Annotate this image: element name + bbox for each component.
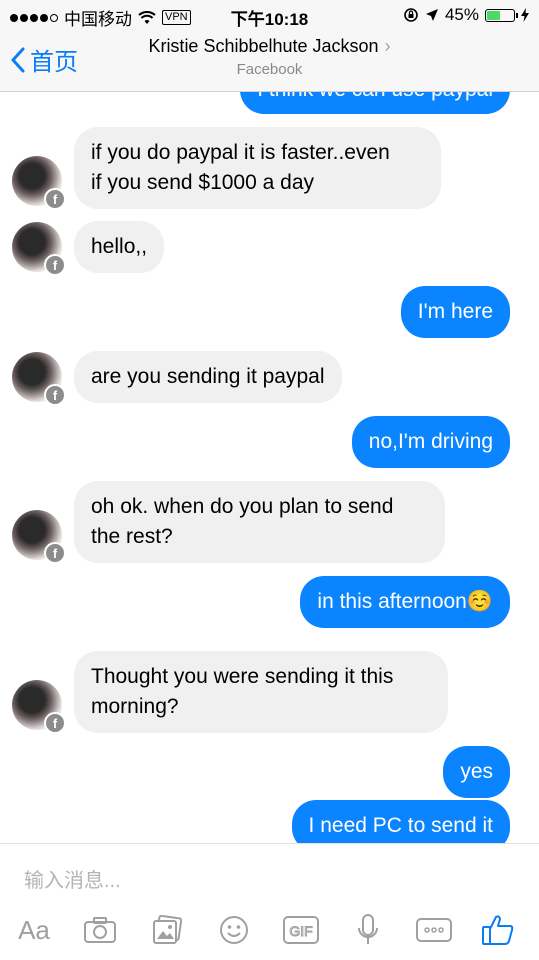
rotation-lock-icon (404, 8, 418, 22)
like-icon[interactable] (478, 912, 518, 948)
message-text: I think we can use paypal (257, 92, 493, 101)
contact-avatar[interactable]: f (12, 510, 66, 564)
composer-toolbar: Aa GIF (0, 904, 539, 954)
message-text: in this afternoon☺️ (317, 590, 493, 613)
facebook-badge-icon: f (44, 712, 66, 734)
message-composer: 输入消息... Aa GIF (0, 843, 539, 960)
message-text-line: oh ok. when do you plan to send (91, 495, 394, 518)
contact-avatar[interactable]: f (12, 222, 66, 276)
message-text-line: if you send $1000 a day (91, 171, 315, 194)
battery-level-fill (487, 10, 500, 20)
emoji-icon[interactable] (214, 912, 254, 948)
message-incoming[interactable]: Thought you were sending it this morning… (74, 651, 448, 733)
photo-icon[interactable] (147, 912, 187, 948)
message-text-line: morning? (91, 695, 179, 718)
message-text: yes (460, 760, 493, 783)
facebook-badge-icon: f (44, 254, 66, 276)
message-list[interactable]: I think we can use paypal f if you do pa… (0, 92, 539, 843)
contact-source: Facebook (236, 61, 303, 78)
contact-avatar[interactable]: f (12, 156, 66, 210)
status-bar: 中国移动 VPN 下午10:18 45% (0, 0, 539, 30)
message-incoming[interactable]: if you do paypal it is faster..even if y… (74, 127, 441, 209)
message-input[interactable]: 输入消息... (24, 864, 121, 893)
microphone-icon[interactable] (348, 912, 388, 948)
message-text: hello,, (91, 235, 148, 258)
message-outgoing[interactable]: I think we can use paypal (240, 92, 510, 114)
facebook-badge-icon: f (44, 384, 66, 406)
message-outgoing[interactable]: no,I'm driving (351, 416, 510, 468)
message-incoming[interactable]: oh ok. when do you plan to send the rest… (74, 481, 445, 563)
message-outgoing[interactable]: yes (443, 746, 510, 798)
message-text-line: the rest? (91, 525, 173, 548)
message-text: no,I'm driving (368, 430, 493, 453)
contact-name: Kristie Schibbelhute Jackson (148, 36, 379, 56)
camera-icon[interactable] (80, 912, 120, 948)
status-bar-right: 45% (403, 5, 529, 25)
facebook-badge-icon: f (44, 542, 66, 564)
message-outgoing[interactable]: I need PC to send it (291, 800, 510, 843)
contact-name-button[interactable]: Kristie Schibbelhute Jackson › (0, 36, 539, 57)
text-format-icon[interactable]: Aa (14, 912, 54, 948)
chevron-right-icon: › (384, 36, 391, 56)
message-incoming[interactable]: are you sending it paypal (74, 351, 342, 403)
contact-avatar[interactable]: f (12, 680, 66, 734)
more-icon[interactable] (414, 912, 454, 948)
message-outgoing[interactable]: in this afternoon☺️ (300, 576, 510, 628)
facebook-badge-icon: f (44, 188, 66, 210)
message-text: I need PC to send it (308, 814, 493, 837)
message-text: are you sending it paypal (91, 365, 325, 388)
location-arrow-icon (425, 9, 438, 21)
message-incoming[interactable]: hello,, (74, 221, 165, 273)
conversation-header: 首页 Kristie Schibbelhute Jackson › Faceboo… (0, 30, 539, 92)
contact-avatar[interactable]: f (12, 352, 66, 406)
battery-icon (485, 8, 518, 22)
message-text-line: Thought you were sending it this (91, 665, 394, 688)
gif-label: GIF (289, 923, 312, 939)
battery-percent: 45% (444, 5, 479, 24)
message-outgoing[interactable]: I'm here (400, 286, 510, 338)
gif-icon[interactable]: GIF (281, 912, 321, 948)
message-text: I'm here (417, 300, 493, 323)
charging-icon (521, 8, 529, 22)
message-text-line: if you do paypal it is faster..even (91, 141, 390, 164)
